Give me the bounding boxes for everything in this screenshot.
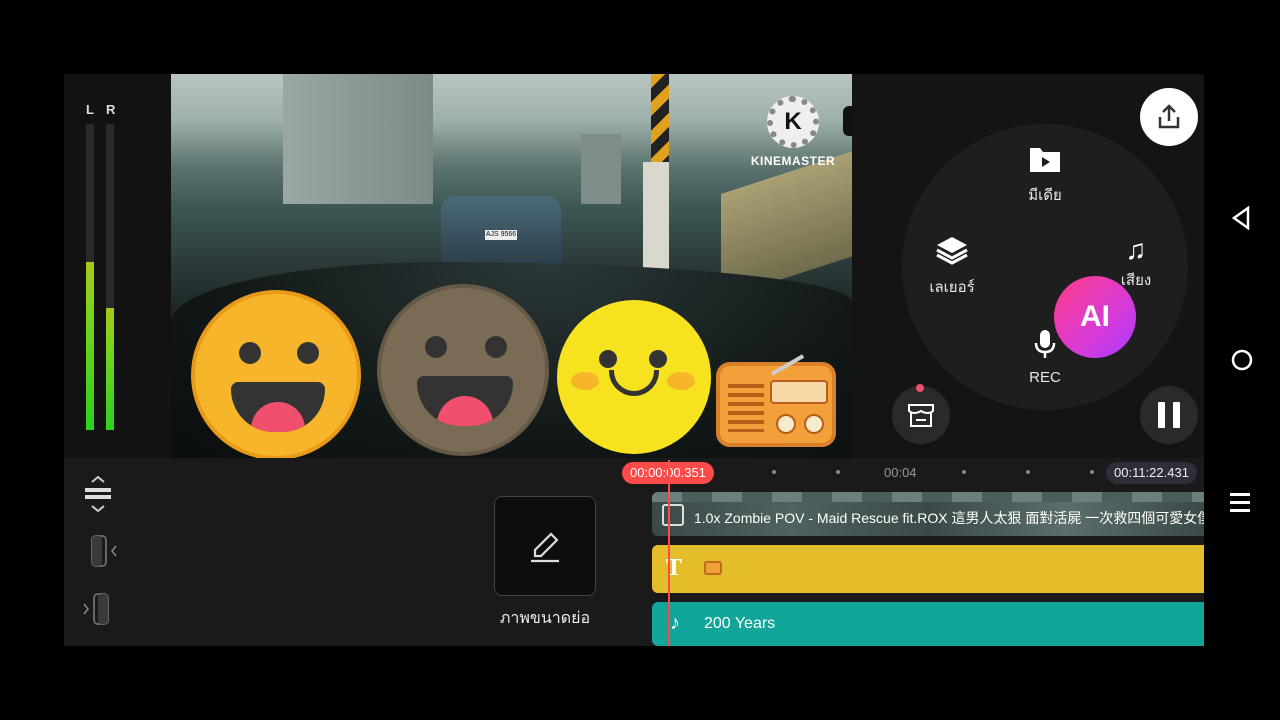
layers-icon [912, 234, 992, 273]
pencil-icon [531, 532, 559, 563]
timeline-tools [64, 458, 136, 646]
striped-pole [651, 74, 669, 164]
meter-right-fill [106, 307, 114, 430]
ruler-time-label: 00:04 [884, 465, 917, 480]
radio-sticker[interactable] [716, 354, 836, 447]
expand-timeline-icon[interactable] [82, 474, 114, 520]
trim-start-icon[interactable] [82, 534, 122, 574]
media-folder-icon [1005, 144, 1085, 181]
editor-bottom-panel: ภาพขนาดย่อ 00:00:00.351 00:04 00:11:22.4… [64, 458, 1204, 646]
meter-right-label: R [106, 102, 116, 117]
menu-icon[interactable] [1228, 490, 1252, 523]
video-clip[interactable]: 1.0x Zombie POV - Maid Rescue fit.ROX 這男… [652, 492, 1204, 536]
smiling-emoji-sticker[interactable] [557, 300, 711, 454]
music-note-icon: ♪ [670, 612, 680, 634]
pause-button[interactable] [1140, 386, 1198, 444]
share-icon [1158, 104, 1180, 129]
laughing-emoji-sticker-dim[interactable] [377, 284, 549, 456]
rec-label: REC [1029, 369, 1061, 386]
pole-base [643, 162, 669, 274]
car-ahead: AJS 9566 [441, 196, 561, 266]
kinemaster-watermark[interactable]: K KINEMASTER [743, 96, 843, 168]
layer-label: เลเยอร์ [929, 279, 975, 296]
pause-icon [1158, 402, 1165, 428]
crown-icon[interactable]: ♛ [843, 106, 852, 136]
building [283, 74, 433, 204]
video-clip-label: 1.0x Zombie POV - Maid Rescue fit.ROX 這男… [694, 510, 1204, 526]
trim-end-icon[interactable] [82, 592, 122, 632]
ai-label: AI [1080, 300, 1110, 333]
tool-panel: มีเดีย เลเยอร์ ♫ เสียง REC AI [852, 74, 1204, 458]
android-nav-bar [1204, 74, 1280, 646]
meter-right-track [106, 124, 114, 430]
radio-sticker-thumb [704, 561, 722, 575]
playhead[interactable] [668, 460, 670, 646]
kinemaster-logo-icon: K [767, 96, 819, 148]
layer-button[interactable]: เลเยอร์ [912, 234, 992, 299]
building [581, 134, 621, 204]
music-note-icon: ♫ [1125, 234, 1147, 265]
audio-meter: L R [64, 74, 171, 458]
asset-store-button[interactable] [892, 384, 950, 444]
timeline[interactable]: 00:00:00.351 00:04 00:11:22.431 1.0x Zom… [622, 458, 1204, 646]
media-label: มีเดีย [1028, 187, 1062, 204]
video-preview[interactable]: AJS 9566 K KINEMASTER ♛ [171, 74, 852, 458]
license-plate: AJS 9566 [485, 230, 517, 240]
laughing-emoji-sticker[interactable] [191, 290, 361, 458]
audio-clip[interactable]: ♪ 200 Years [652, 602, 1204, 646]
time-ruler[interactable]: 00:00:00.351 00:04 00:11:22.431 [622, 458, 1204, 486]
thumbnail-edit-button[interactable] [494, 496, 596, 596]
audio-clip-label: 200 Years [704, 615, 776, 632]
meter-left-track [86, 124, 94, 430]
ai-button[interactable]: AI [1054, 276, 1136, 358]
watermark-text: KINEMASTER [750, 154, 836, 168]
home-icon[interactable] [1231, 349, 1253, 376]
notification-dot [916, 384, 924, 392]
total-duration-badge: 00:11:22.431 [1106, 462, 1197, 484]
export-share-button[interactable] [1140, 88, 1198, 146]
thumbnail-label: ภาพขนาดย่อ [499, 610, 591, 627]
store-icon [908, 404, 934, 427]
meter-left-fill [86, 261, 94, 430]
tool-wheel: มีเดีย เลเยอร์ ♫ เสียง REC AI [902, 124, 1188, 410]
text-layer-clip[interactable]: T [652, 545, 1204, 593]
meter-left-label: L [86, 102, 94, 117]
clip-icon [662, 504, 684, 526]
media-button[interactable]: มีเดีย [1005, 144, 1085, 207]
back-icon[interactable] [1230, 205, 1252, 235]
